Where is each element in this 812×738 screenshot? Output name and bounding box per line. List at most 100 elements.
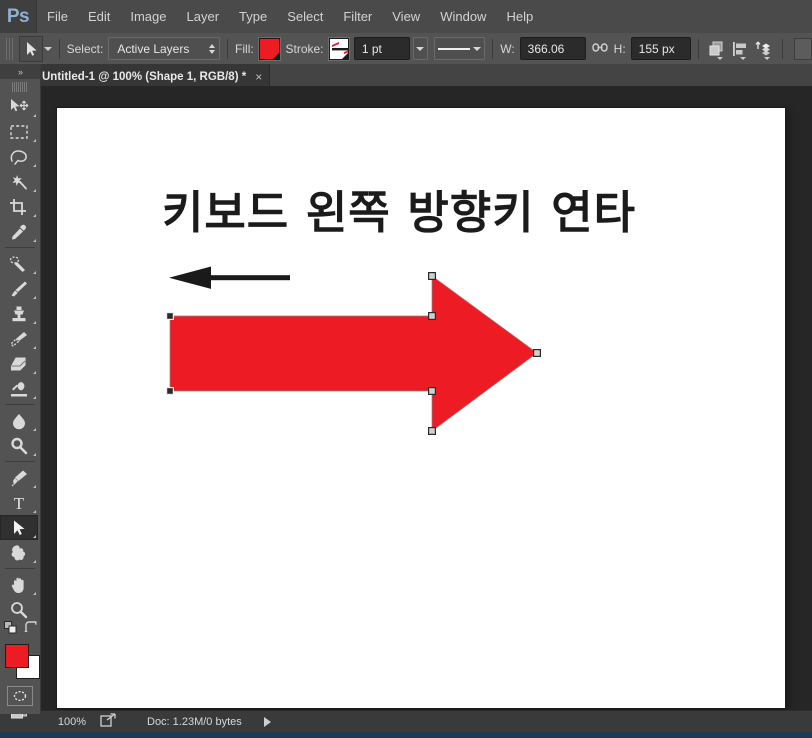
- eraser-tool[interactable]: [0, 351, 38, 376]
- menu-item-help[interactable]: Help: [496, 0, 543, 33]
- zoom-level-input[interactable]: 100%: [40, 716, 92, 728]
- chevron-updown-icon: [209, 43, 216, 54]
- document-tab-bar: Untitled-1 @ 100% (Shape 1, RGB/8) * ×: [0, 64, 812, 88]
- menu-item-layer[interactable]: Layer: [177, 0, 230, 33]
- tool-flyout-icon: [30, 164, 36, 167]
- stroke-weight-dropdown-icon[interactable]: [412, 37, 428, 60]
- tool-preset-dropdown-icon[interactable]: [43, 37, 52, 61]
- tools-panel: » T: [0, 64, 41, 714]
- tool-flyout-icon: [30, 139, 36, 142]
- link-chain-icon[interactable]: [591, 41, 608, 56]
- color-swatches[interactable]: [0, 641, 40, 681]
- divider: [227, 38, 229, 59]
- chevron-down-icon: [740, 56, 747, 60]
- rectangular-marquee-tool[interactable]: [0, 119, 38, 144]
- path-operations-icon[interactable]: [707, 37, 726, 61]
- move-tool[interactable]: [0, 94, 38, 119]
- photoshop-window: Ps File Edit Image Layer Type Select Fil…: [0, 0, 812, 738]
- toolbar-divider: [5, 404, 35, 405]
- eyedropper-tool[interactable]: [0, 219, 38, 244]
- document-info-text: Doc: 1.23M/0 bytes: [147, 716, 242, 728]
- workspace-switcher-button[interactable]: [794, 37, 812, 60]
- menu-item-filter[interactable]: Filter: [333, 0, 382, 33]
- path-selection-arrow-icon[interactable]: [19, 35, 44, 62]
- tool-flyout-icon: [30, 535, 36, 538]
- brush-tool[interactable]: [0, 276, 38, 301]
- stroke-color-swatch[interactable]: [328, 37, 350, 60]
- close-icon[interactable]: ×: [255, 71, 262, 83]
- canvas-workspace[interactable]: 키보드 왼쪽 방향키 연타: [40, 86, 812, 710]
- tool-flyout-icon: [30, 114, 36, 117]
- divider: [782, 38, 783, 59]
- share-icon[interactable]: [100, 712, 117, 732]
- fill-color-swatch[interactable]: [258, 37, 280, 60]
- magic-wand-tool[interactable]: [0, 169, 38, 194]
- hand-tool[interactable]: [0, 572, 38, 597]
- dodge-tool[interactable]: [0, 433, 38, 458]
- menu-item-edit[interactable]: Edit: [78, 0, 120, 33]
- select-mode-dropdown[interactable]: Active Layers: [108, 37, 221, 60]
- window-bottom-strip: [0, 732, 812, 738]
- foreground-color-swatch[interactable]: [5, 644, 29, 668]
- tool-flyout-icon: [30, 371, 36, 374]
- path-alignment-icon[interactable]: [730, 37, 749, 61]
- chevron-down-icon: [473, 46, 482, 51]
- document-tab-title: Untitled-1 @ 100% (Shape 1, RGB/8) *: [42, 71, 247, 83]
- tools-panel-grip[interactable]: [12, 82, 28, 92]
- crop-tool[interactable]: [0, 194, 38, 219]
- menu-item-file[interactable]: File: [37, 0, 78, 33]
- horizontal-type-tool[interactable]: T: [0, 490, 38, 515]
- toolbar-divider: [5, 568, 35, 569]
- height-label: H:: [613, 41, 626, 56]
- canvas-heading-text: 키보드 왼쪽 방향키 연타: [162, 186, 637, 239]
- zoom-tool[interactable]: [0, 597, 38, 622]
- stroke-style-preview: [437, 47, 471, 50]
- options-bar-grip[interactable]: [6, 37, 14, 60]
- gradient-tool[interactable]: [0, 376, 38, 401]
- document-canvas[interactable]: 키보드 왼쪽 방향키 연타: [57, 108, 785, 708]
- swap-colors-icon[interactable]: [23, 621, 37, 639]
- width-input[interactable]: 366.06: [519, 37, 586, 60]
- menu-item-view[interactable]: View: [382, 0, 430, 33]
- stroke-label: Stroke:: [285, 41, 324, 56]
- pen-tool[interactable]: [0, 465, 38, 490]
- menu-item-select[interactable]: Select: [277, 0, 333, 33]
- menu-bar: Ps File Edit Image Layer Type Select Fil…: [0, 0, 812, 34]
- collapse-panel-icon[interactable]: »: [0, 64, 40, 79]
- quick-mask-icon[interactable]: [7, 686, 33, 706]
- path-selection-tool[interactable]: [0, 515, 38, 540]
- menu-item-type[interactable]: Type: [229, 0, 277, 33]
- tool-flyout-icon: [30, 485, 36, 488]
- svg-text:T: T: [14, 494, 25, 512]
- path-arrangement-icon[interactable]: [753, 37, 773, 61]
- menu-item-image[interactable]: Image: [120, 0, 176, 33]
- clone-stamp-tool[interactable]: [0, 301, 38, 326]
- select-mode-value: Active Layers: [117, 41, 190, 56]
- chevron-down-icon: [342, 52, 349, 59]
- status-bar: 100% Doc: 1.23M/0 bytes: [40, 710, 812, 733]
- divider: [492, 38, 494, 59]
- default-colors-icon[interactable]: [3, 620, 18, 640]
- play-triangle-icon[interactable]: [263, 717, 271, 727]
- chevron-down-icon: [717, 56, 724, 60]
- stroke-weight-input[interactable]: 1 pt: [353, 37, 410, 60]
- blur-tool[interactable]: [0, 408, 38, 433]
- spot-healing-brush-tool[interactable]: [0, 251, 38, 276]
- red-right-arrow-shape[interactable]: [162, 268, 552, 443]
- custom-shape-tool[interactable]: [0, 540, 38, 565]
- divider: [58, 38, 60, 59]
- menu-item-window[interactable]: Window: [430, 0, 496, 33]
- tool-flyout-icon: [30, 214, 36, 217]
- stroke-style-dropdown[interactable]: [433, 37, 486, 60]
- width-label: W:: [500, 41, 515, 56]
- height-input[interactable]: 155 px: [630, 37, 691, 60]
- tool-flyout-icon: [30, 239, 36, 242]
- history-brush-tool[interactable]: [0, 326, 38, 351]
- lasso-tool[interactable]: [0, 144, 38, 169]
- tool-flyout-icon: [30, 428, 36, 431]
- color-controls-row: [0, 620, 40, 640]
- divider: [697, 38, 699, 59]
- toolbar-divider: [5, 247, 35, 248]
- select-label: Select:: [66, 41, 104, 56]
- document-tab[interactable]: Untitled-1 @ 100% (Shape 1, RGB/8) * ×: [32, 64, 271, 88]
